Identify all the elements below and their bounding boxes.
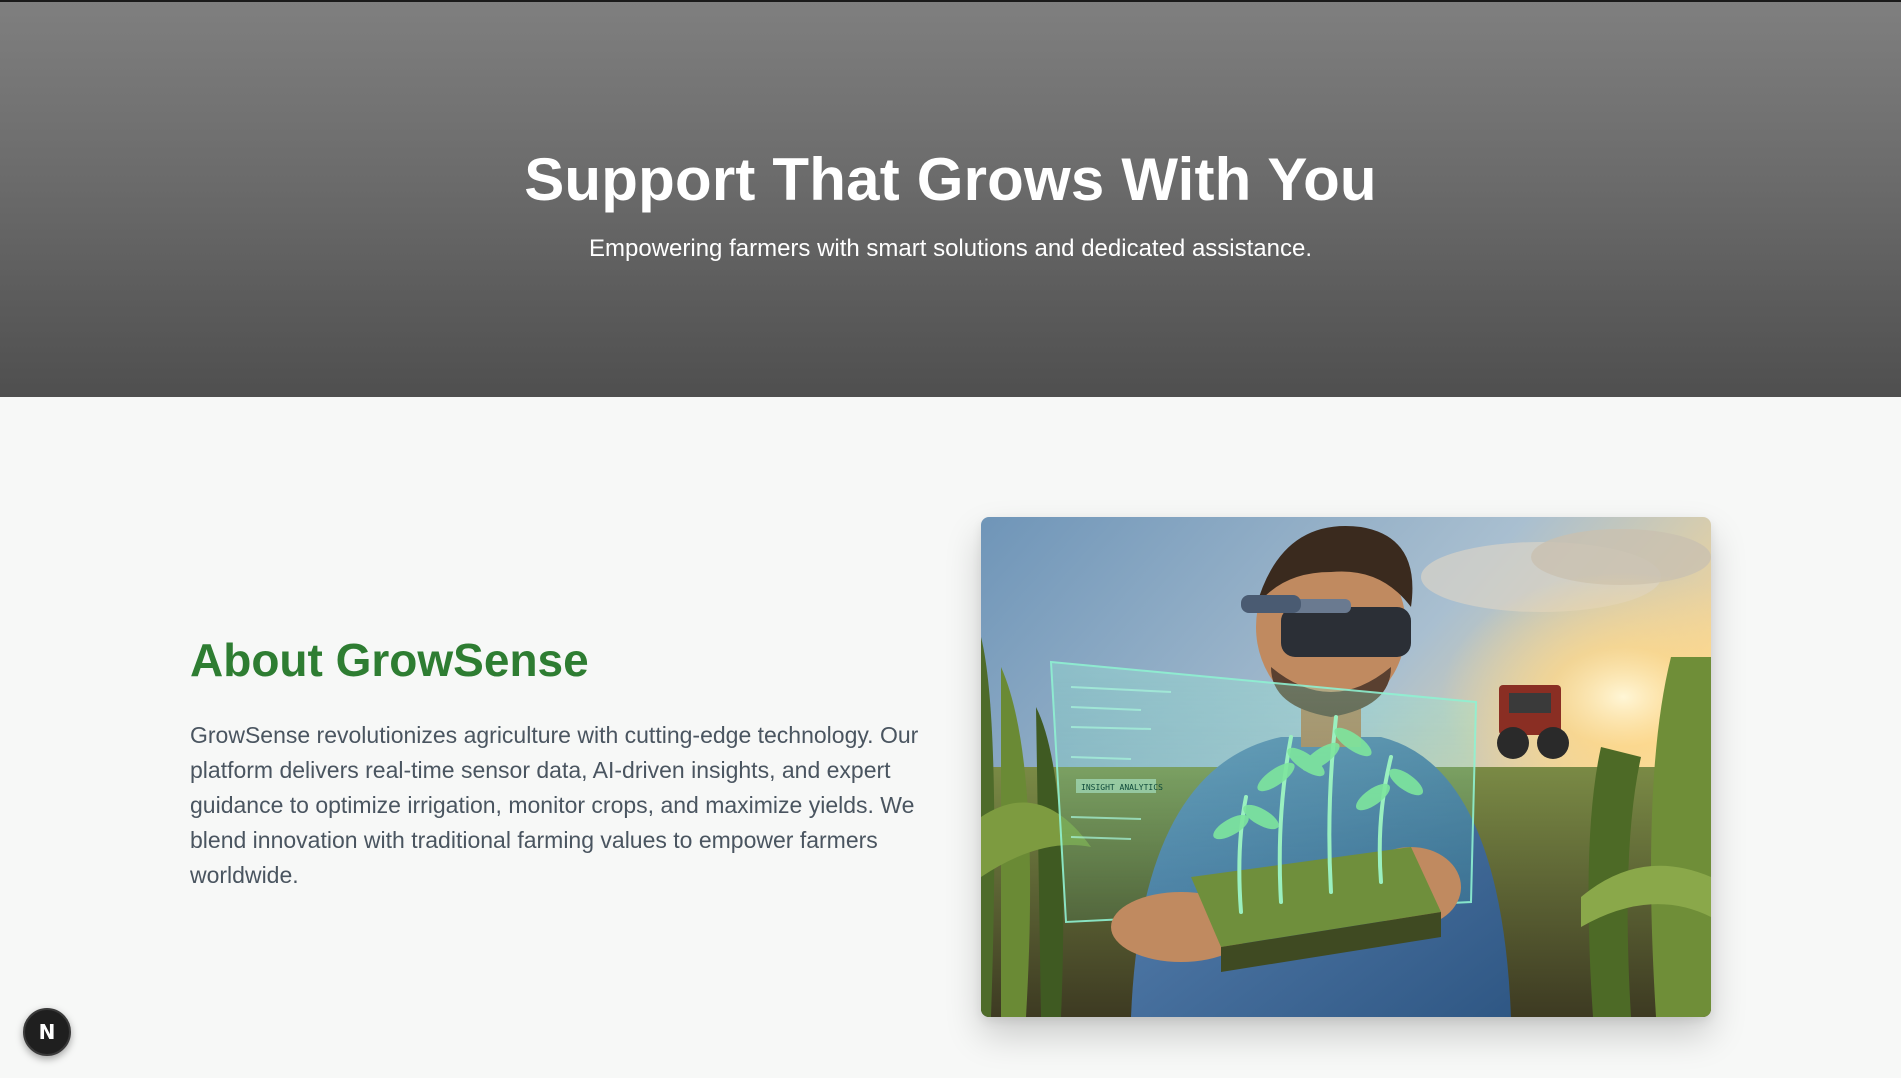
hero-subtitle: Empowering farmers with smart solutions … bbox=[589, 234, 1312, 262]
about-text-block: About GrowSense GrowSense revolutionizes… bbox=[190, 635, 930, 893]
hero-title: Support That Grows With You bbox=[524, 145, 1377, 213]
nextjs-dev-badge[interactable]: N bbox=[23, 1008, 71, 1056]
about-heading: About GrowSense bbox=[190, 634, 589, 686]
farmer-vr-illustration: INSIGHT ANALYTICS bbox=[981, 517, 1711, 1017]
about-section: About GrowSense GrowSense revolutionizes… bbox=[0, 397, 1901, 1078]
svg-text:INSIGHT ANALYTICS: INSIGHT ANALYTICS bbox=[1081, 783, 1163, 792]
about-description: GrowSense revolutionizes agriculture wit… bbox=[190, 721, 919, 888]
nextjs-icon: N bbox=[38, 1020, 56, 1044]
hero-banner: Support That Grows With You Empowering f… bbox=[0, 0, 1901, 397]
farmer-vr-image: INSIGHT ANALYTICS bbox=[981, 517, 1711, 1017]
